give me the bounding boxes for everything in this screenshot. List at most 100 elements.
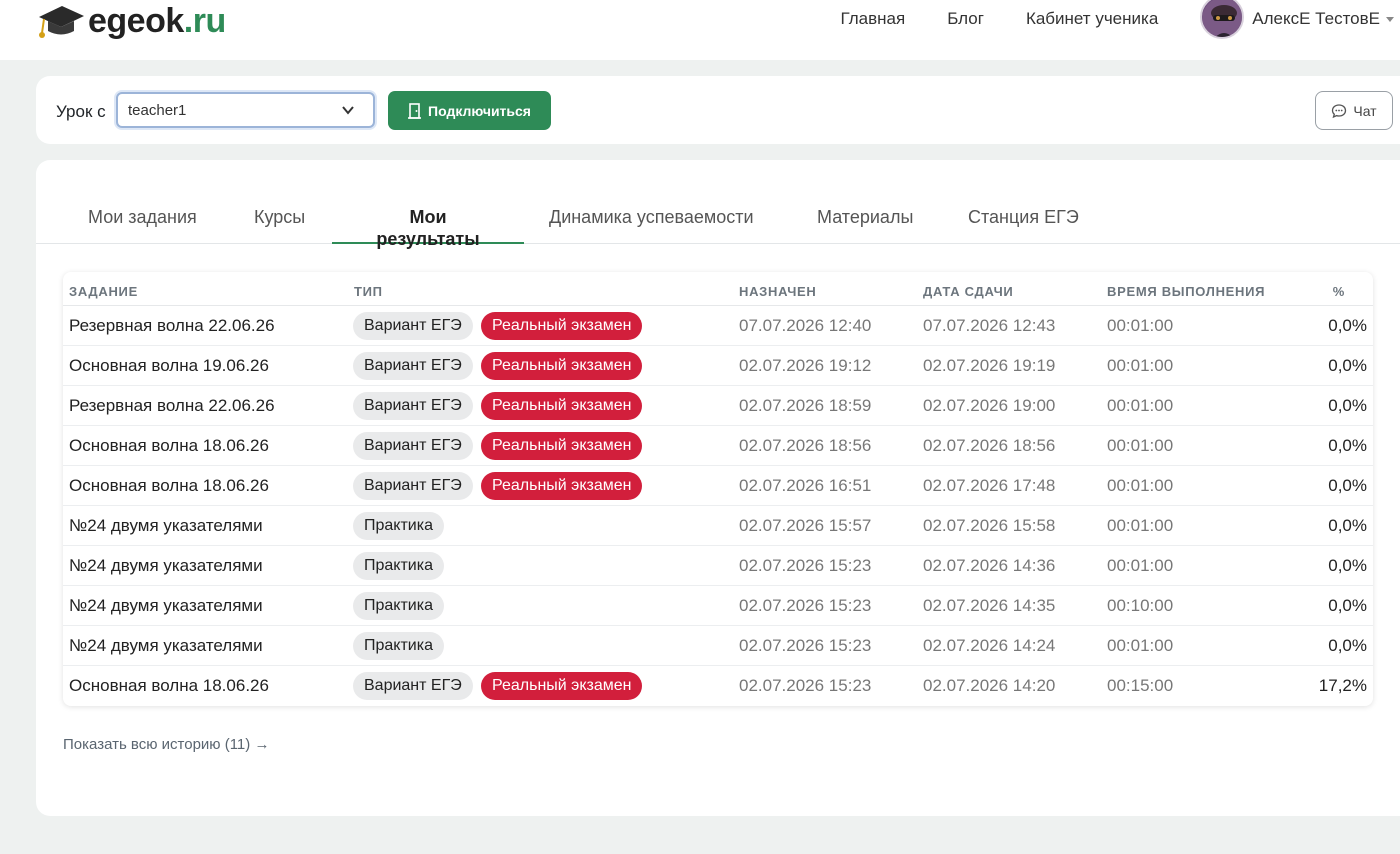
nav-blog[interactable]: Блог [947, 8, 984, 30]
tab-courses[interactable]: Курсы [229, 206, 330, 244]
tab-materials[interactable]: Материалы [792, 206, 938, 244]
duration: 00:01:00 [1107, 356, 1174, 375]
task-name[interactable]: №24 двумя указателями [69, 636, 263, 656]
table-row[interactable]: №24 двумя указателями Практика 02.07.2026 … [63, 506, 1373, 546]
assigned-date: 02.07.2026 15:23 [739, 636, 872, 655]
task-name[interactable]: №24 двумя указателями [69, 556, 263, 576]
badge-type: Практика [353, 512, 444, 540]
assigned-date: 02.07.2026 16:51 [739, 476, 872, 495]
percent-score: 0,0% [1328, 596, 1367, 615]
col-header-percent[interactable]: % [1333, 284, 1345, 299]
table-row[interactable]: Основная волна 18.06.26 Вариант ЕГЭ Реальн… [63, 426, 1373, 466]
col-header-task[interactable]: ЗАДАНИЕ [69, 284, 138, 299]
col-header-duration[interactable]: ВРЕМЯ ВЫПОЛНЕНИЯ [1107, 284, 1265, 299]
submitted-date: 02.07.2026 14:35 [923, 596, 1056, 615]
table-row[interactable]: №24 двумя указателями Практика 02.07.2026 … [63, 546, 1373, 586]
col-header-submitted[interactable]: ДАТА СДАЧИ [923, 284, 1013, 299]
badge-real-exam: Реальный экзамен [481, 672, 643, 700]
tab-bar: Мои задания Курсы Мои результаты Динамик… [36, 160, 1400, 249]
duration: 00:01:00 [1107, 636, 1174, 655]
table-row[interactable]: Резервная волна 22.06.26 Вариант ЕГЭ Реаль… [63, 306, 1373, 346]
connect-button-label: Подключиться [428, 102, 531, 119]
assigned-date: 02.07.2026 15:23 [739, 596, 872, 615]
badge-type: Вариант ЕГЭ [353, 432, 473, 460]
percent-score: 0,0% [1328, 396, 1367, 415]
user-name: АлексЕ ТестовЕ [1252, 9, 1380, 28]
task-name[interactable]: Основная волна 18.06.26 [69, 436, 269, 456]
duration: 00:01:00 [1107, 556, 1174, 575]
connect-button[interactable]: Подключиться [388, 91, 551, 130]
badge-type: Вариант ЕГЭ [353, 312, 473, 340]
nav-student-cabinet[interactable]: Кабинет ученика [1026, 8, 1158, 30]
assigned-date: 02.07.2026 15:23 [739, 676, 872, 695]
task-name[interactable]: №24 двумя указателями [69, 516, 263, 536]
chevron-down-icon [1386, 16, 1394, 22]
chevron-down-icon [342, 106, 354, 115]
tab-my-tasks[interactable]: Мои задания [63, 206, 222, 244]
task-name[interactable]: Основная волна 19.06.26 [69, 356, 269, 376]
table-row[interactable]: №24 двумя указателями Практика 02.07.2026 … [63, 626, 1373, 666]
duration: 00:01:00 [1107, 316, 1174, 335]
logo-text-tld: .ru [183, 2, 226, 40]
table-row[interactable]: №24 двумя указателями Практика 02.07.2026 … [63, 586, 1373, 626]
user-menu[interactable]: АлексЕ ТестовЕ [1200, 0, 1394, 39]
teacher-select[interactable]: teacher1 [116, 92, 375, 128]
col-header-assigned[interactable]: НАЗНАЧЕН [739, 284, 817, 299]
submitted-date: 02.07.2026 15:58 [923, 516, 1056, 535]
submitted-date: 02.07.2026 14:20 [923, 676, 1056, 695]
task-name[interactable]: Резервная волна 22.06.26 [69, 316, 275, 336]
assigned-date: 02.07.2026 15:23 [739, 556, 872, 575]
badge-real-exam: Реальный экзамен [481, 352, 643, 380]
table-header: ЗАДАНИЕ ТИП НАЗНАЧЕН ДАТА СДАЧИ ВРЕМЯ ВЫ… [63, 272, 1373, 306]
graduation-cap-icon [39, 6, 84, 38]
percent-score: 17,2% [1318, 676, 1367, 695]
submitted-date: 02.07.2026 19:00 [923, 396, 1056, 415]
chat-button[interactable]: Чат [1315, 91, 1393, 130]
badge-type: Вариант ЕГЭ [353, 672, 473, 700]
assigned-date: 02.07.2026 19:12 [739, 356, 872, 375]
duration: 00:01:00 [1107, 436, 1174, 455]
table-row[interactable]: Основная волна 18.06.26 Вариант ЕГЭ Реальн… [63, 466, 1373, 506]
main-nav: Главная Блог Кабинет ученика АлексЕ Тест… [840, 0, 1400, 39]
door-icon [408, 102, 422, 119]
teacher-select-value: teacher1 [128, 102, 187, 119]
tab-progress-dynamics[interactable]: Динамика успеваемости [524, 206, 779, 244]
badge-type: Практика [353, 552, 444, 580]
show-history-link[interactable]: Показать всю историю (11) → [63, 736, 269, 753]
submitted-date: 02.07.2026 17:48 [923, 476, 1056, 495]
site-logo[interactable]: egeok.ru [36, 0, 226, 42]
badge-real-exam: Реальный экзамен [481, 472, 643, 500]
badge-type: Вариант ЕГЭ [353, 472, 473, 500]
percent-score: 0,0% [1328, 636, 1367, 655]
duration: 00:10:00 [1107, 596, 1174, 615]
task-name[interactable]: Основная волна 18.06.26 [69, 476, 269, 496]
results-table: ЗАДАНИЕ ТИП НАЗНАЧЕН ДАТА СДАЧИ ВРЕМЯ ВЫ… [63, 272, 1373, 706]
percent-score: 0,0% [1328, 316, 1367, 335]
badge-real-exam: Реальный экзамен [481, 392, 643, 420]
table-row[interactable]: Основная волна 18.06.26 Вариант ЕГЭ Реальн… [63, 666, 1373, 706]
task-name[interactable]: Основная волна 18.06.26 [69, 676, 269, 696]
tab-my-results[interactable]: Мои результаты [332, 206, 524, 249]
duration: 00:01:00 [1107, 476, 1174, 495]
chat-button-label: Чат [1353, 102, 1377, 119]
percent-score: 0,0% [1328, 516, 1367, 535]
badge-real-exam: Реальный экзамен [481, 432, 643, 460]
submitted-date: 02.07.2026 18:56 [923, 436, 1056, 455]
col-header-type[interactable]: ТИП [354, 284, 383, 299]
table-row[interactable]: Резервная волна 22.06.26 Вариант ЕГЭ Реаль… [63, 386, 1373, 426]
task-name[interactable]: Резервная волна 22.06.26 [69, 396, 275, 416]
percent-score: 0,0% [1328, 436, 1367, 455]
submitted-date: 02.07.2026 19:19 [923, 356, 1056, 375]
badge-type: Вариант ЕГЭ [353, 392, 473, 420]
nav-home[interactable]: Главная [840, 8, 905, 30]
duration: 00:15:00 [1107, 676, 1174, 695]
table-row[interactable]: Основная волна 19.06.26 Вариант ЕГЭ Реальн… [63, 346, 1373, 386]
chat-bubble-icon [1332, 103, 1347, 118]
percent-score: 0,0% [1328, 356, 1367, 375]
duration: 00:01:00 [1107, 396, 1174, 415]
tab-ege-station[interactable]: Станция ЕГЭ [943, 206, 1104, 244]
assigned-date: 07.07.2026 12:40 [739, 316, 872, 335]
percent-score: 0,0% [1328, 556, 1367, 575]
submitted-date: 07.07.2026 12:43 [923, 316, 1056, 335]
task-name[interactable]: №24 двумя указателями [69, 596, 263, 616]
